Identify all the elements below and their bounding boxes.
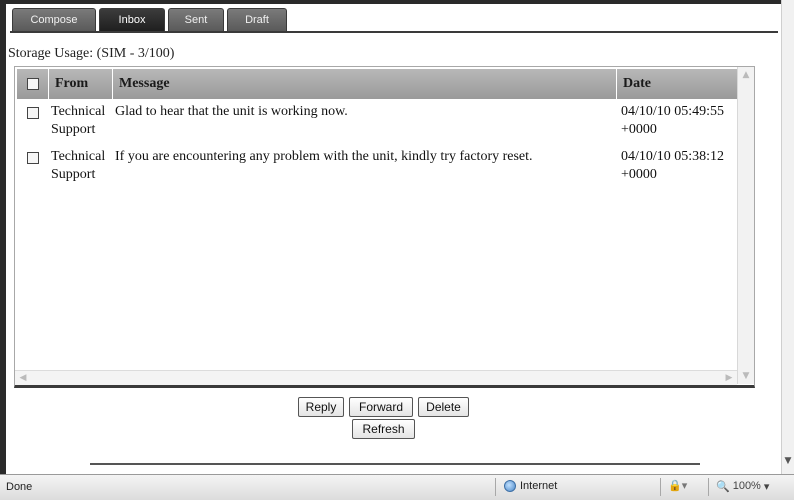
- delete-button[interactable]: Delete: [418, 397, 469, 417]
- from-line: Support: [51, 167, 96, 182]
- date-cell: 04/10/10 05:49:55 +0000: [617, 103, 739, 139]
- status-text: Done: [6, 481, 33, 493]
- row-checkbox[interactable]: [27, 152, 39, 164]
- from-line: Technical: [51, 149, 106, 164]
- tab-bar: Compose Inbox Sent Draft: [12, 8, 287, 31]
- protected-mode-icon[interactable]: 🔒▾: [668, 479, 687, 492]
- from-cell: Technical Support: [49, 148, 113, 184]
- zoom-icon: 🔍: [716, 481, 730, 493]
- refresh-button[interactable]: Refresh: [352, 419, 415, 439]
- table-row[interactable]: Technical Support If you are encounterin…: [17, 148, 739, 184]
- status-separator: [708, 478, 709, 496]
- zone-label: Internet: [520, 480, 558, 492]
- column-header-message[interactable]: Message: [113, 69, 617, 99]
- security-zone[interactable]: Internet: [504, 480, 557, 492]
- chevron-down-icon[interactable]: ▾: [764, 480, 770, 493]
- scroll-up-icon[interactable]: ▲: [741, 70, 751, 80]
- status-bar: Done Internet 🔒▾ 🔍 100% ▾: [0, 474, 794, 500]
- message-cell: If you are encountering any problem with…: [115, 149, 533, 164]
- scroll-right-icon[interactable]: ▶: [724, 372, 734, 384]
- row-checkbox-cell: [17, 148, 49, 184]
- date-line: +0000: [621, 122, 657, 137]
- scroll-left-icon[interactable]: ◀: [18, 372, 28, 384]
- window-vertical-scrollbar[interactable]: ▼: [781, 0, 794, 474]
- tab-divider: [10, 31, 778, 33]
- message-cell: Glad to hear that the unit is working no…: [115, 104, 348, 119]
- status-separator: [660, 478, 661, 496]
- tab-inbox[interactable]: Inbox: [99, 8, 165, 31]
- select-all-checkbox-cell: [17, 69, 49, 99]
- zoom-control[interactable]: 🔍 100% ▾: [716, 480, 769, 493]
- zoom-level: 100%: [732, 480, 761, 492]
- tab-draft[interactable]: Draft: [227, 8, 287, 31]
- globe-icon: [504, 480, 516, 492]
- tab-sent[interactable]: Sent: [168, 8, 224, 31]
- from-line: Support: [51, 122, 96, 137]
- scroll-down-icon[interactable]: ▼: [783, 456, 793, 466]
- tab-compose[interactable]: Compose: [12, 8, 96, 31]
- table-horizontal-scrollbar[interactable]: ◀ ▶: [15, 370, 737, 385]
- scroll-down-icon[interactable]: ▼: [741, 371, 751, 381]
- footer-divider: [90, 463, 700, 465]
- column-header-from[interactable]: From: [49, 69, 113, 99]
- date-line: 04/10/10 05:49:55: [621, 104, 725, 119]
- from-cell: Technical Support: [49, 103, 113, 139]
- table-header: From Message Date: [17, 69, 739, 99]
- from-line: Technical: [51, 104, 106, 119]
- date-line: 04/10/10 05:38:12: [621, 149, 725, 164]
- column-header-date[interactable]: Date: [617, 69, 739, 99]
- storage-usage-label: Storage Usage: (SIM - 3/100): [8, 46, 175, 61]
- reply-button[interactable]: Reply: [298, 397, 344, 417]
- forward-button[interactable]: Forward: [349, 397, 413, 417]
- message-table: From Message Date Technical Support Glad…: [14, 66, 755, 388]
- table-row[interactable]: Technical Support Glad to hear that the …: [17, 103, 739, 139]
- table-vertical-scrollbar[interactable]: ▲ ▼: [737, 67, 754, 384]
- row-checkbox-cell: [17, 103, 49, 139]
- status-separator: [495, 478, 496, 496]
- row-checkbox[interactable]: [27, 107, 39, 119]
- select-all-checkbox[interactable]: [26, 78, 39, 90]
- date-cell: 04/10/10 05:38:12 +0000: [617, 148, 739, 184]
- date-line: +0000: [621, 167, 657, 182]
